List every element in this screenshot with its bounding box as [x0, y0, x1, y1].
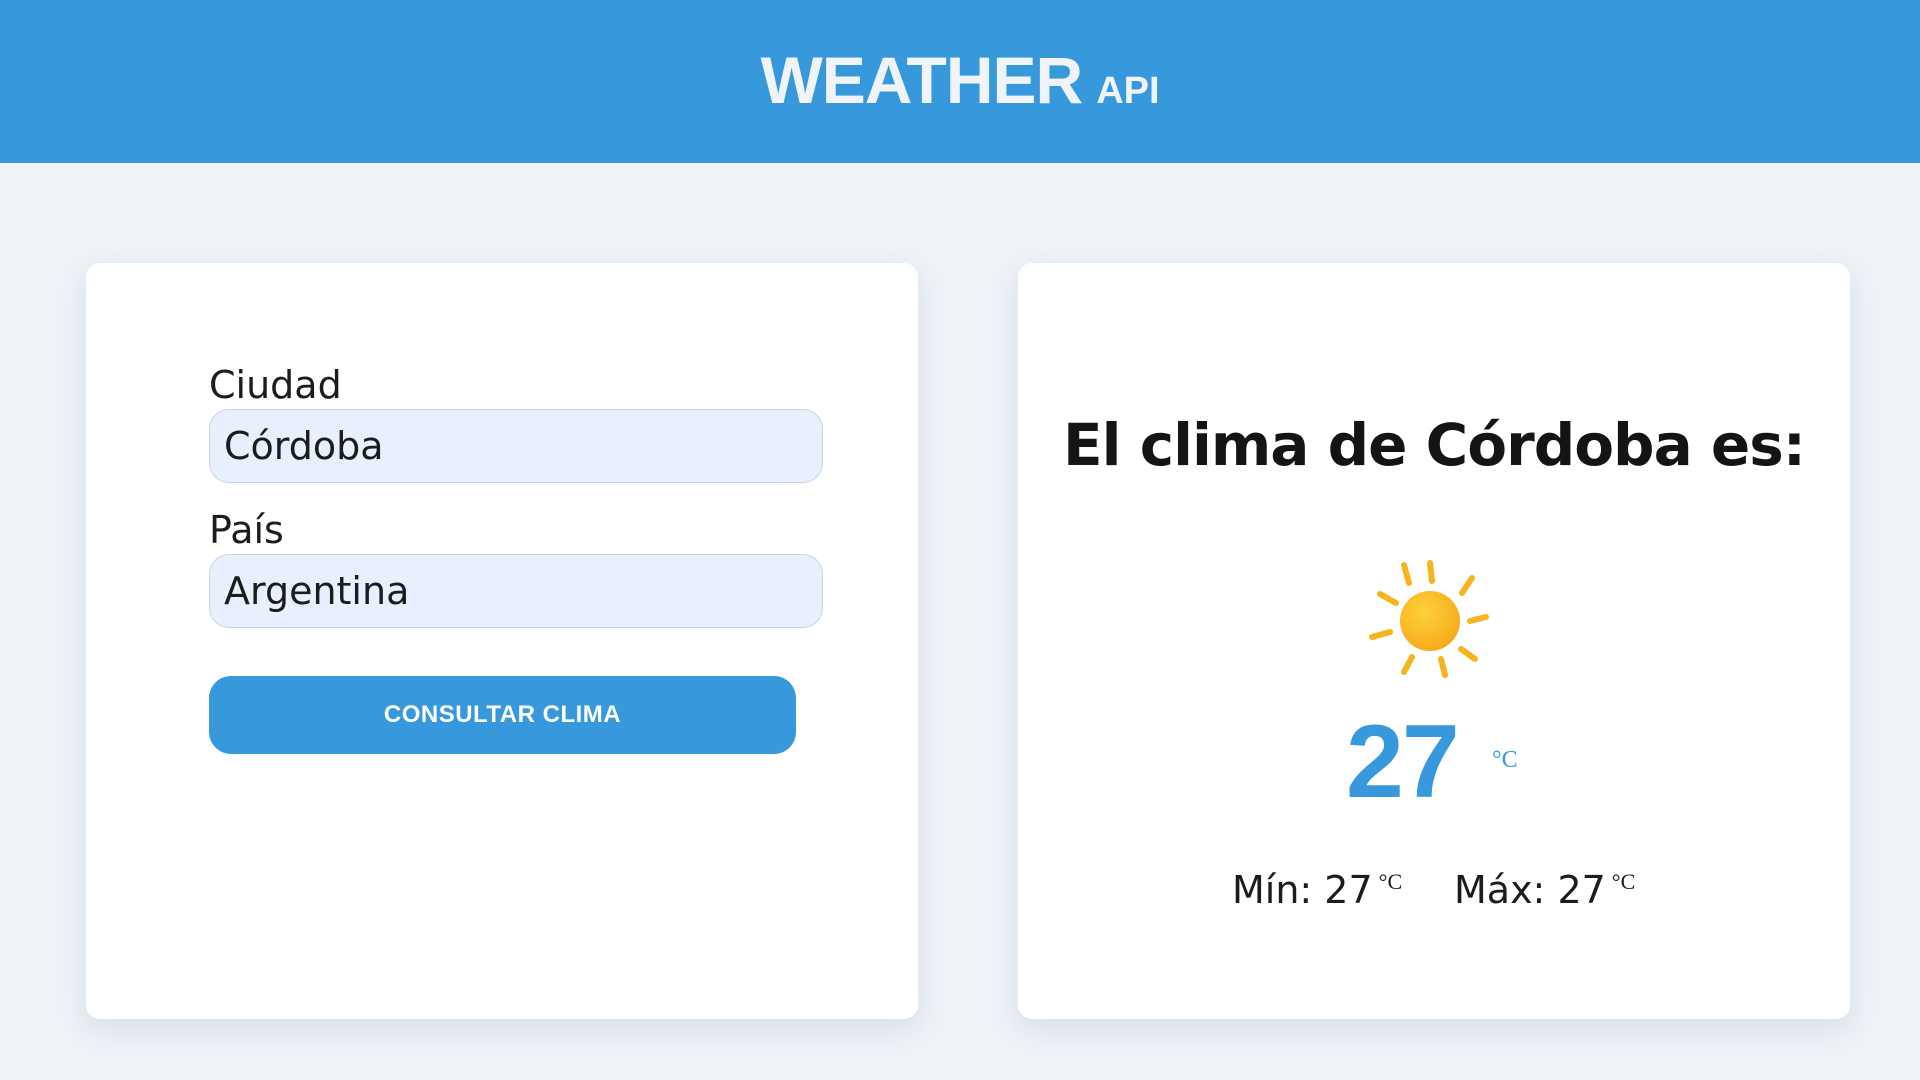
max-temperature: Máx: 27 °C: [1454, 868, 1635, 912]
app-header: WEATHER API: [0, 0, 1920, 163]
temperature-value: 27: [1346, 704, 1460, 820]
result-title: El clima de Córdoba es:: [1063, 411, 1806, 479]
sun-icon: [1360, 551, 1500, 691]
temperature-unit: °C: [1492, 747, 1518, 773]
max-temperature-label: Máx: 27: [1454, 868, 1606, 912]
max-temperature-unit: °C: [1611, 869, 1636, 894]
country-input[interactable]: [209, 554, 823, 628]
city-label: Ciudad: [209, 363, 342, 407]
logo-subtitle: API: [1096, 69, 1160, 112]
city-input[interactable]: [209, 409, 823, 483]
check-weather-button[interactable]: CONSULTAR CLIMA: [209, 676, 796, 754]
country-label: País: [209, 508, 284, 552]
min-temperature-label: Mín: 27: [1232, 868, 1373, 912]
app-logo: WEATHER API: [760, 42, 1159, 118]
logo-title: WEATHER: [760, 42, 1083, 117]
min-temperature-unit: °C: [1378, 869, 1403, 894]
min-temperature: Mín: 27 °C: [1232, 868, 1402, 912]
search-form-card: Ciudad País CONSULTAR CLIMA: [86, 263, 918, 1019]
weather-result-card: El clima de Córdoba es: 27 °C Mín: 27 °C…: [1018, 263, 1850, 1019]
temperature-display: 27 °C: [1018, 703, 1850, 823]
